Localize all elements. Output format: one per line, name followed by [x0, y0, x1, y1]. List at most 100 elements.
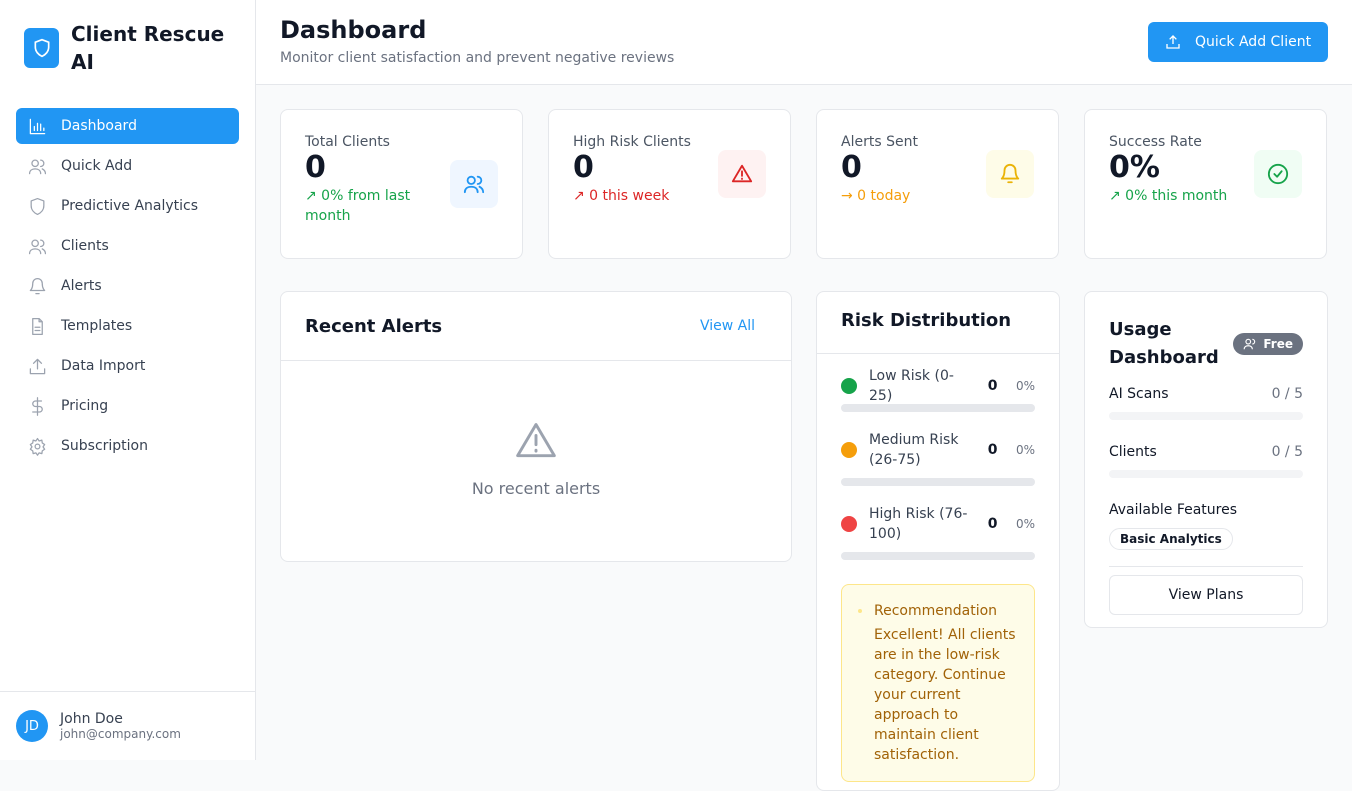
users-icon — [450, 160, 498, 208]
shield-icon — [30, 197, 45, 215]
sidebar-item-label: Dashboard — [61, 118, 137, 134]
sidebar-item-clients[interactable]: Clients — [16, 228, 239, 264]
risk-percent: 0% — [1015, 443, 1035, 457]
stat-change: ↗ 0 this week — [573, 188, 670, 204]
sidebar-item-data-import[interactable]: Data Import — [16, 348, 239, 384]
plan-label: Free — [1263, 337, 1293, 351]
sidebar-item-label: Quick Add — [61, 158, 133, 174]
stat-card-success-rate: Success Rate 0% ↗ 0% this month — [1084, 109, 1327, 259]
stat-change: ↗ 0% this month — [1109, 188, 1228, 204]
risk-label: Low Risk (0-25) — [869, 368, 954, 404]
risk-row-medium: Medium Risk (26-75) 0 0% — [841, 430, 1035, 470]
sidebar-item-label: Subscription — [61, 438, 148, 454]
sidebar-item-templates[interactable]: Templates — [16, 308, 239, 344]
avatar: JD — [16, 710, 48, 742]
sidebar-item-label: Data Import — [61, 358, 146, 374]
gear-icon — [29, 437, 46, 456]
usage-dashboard-card: Usage Dashboard Free AI Scans 0 / 5 Clien… — [1084, 291, 1328, 628]
risk-row-low: Low Risk (0-25) 0 0% — [841, 368, 1035, 404]
bar-chart-icon — [29, 118, 46, 134]
stat-card-high-risk: High Risk Clients 0 ↗ 0 this week — [548, 109, 791, 259]
upload-icon — [29, 358, 46, 374]
stat-change: ↗ 0% from last month — [305, 188, 411, 224]
sidebar-item-label: Templates — [61, 318, 133, 334]
clients-usage-value: 0 / 5 — [1271, 444, 1303, 460]
stat-label: High Risk Clients — [573, 134, 691, 150]
page-header: Dashboard Monitor client satisfaction an… — [256, 0, 1352, 85]
user-email: john@company.com — [60, 727, 181, 741]
risk-row-high: High Risk (76-100) 0 0% — [841, 504, 1035, 544]
sidebar-item-quick-add[interactable]: Quick Add — [16, 148, 239, 184]
quick-add-client-button[interactable]: Quick Add Client — [1148, 22, 1328, 62]
sidebar: Client Rescue AI Dashboard Quick Add Pre… — [0, 0, 256, 760]
risk-count: 0 — [987, 516, 998, 532]
sidebar-nav: Dashboard Quick Add Predictive Analytics… — [16, 108, 239, 468]
ai-scans-label: AI Scans — [1109, 386, 1169, 402]
medium-risk-dot — [841, 442, 857, 458]
users-icon — [28, 159, 47, 174]
sidebar-item-label: Clients — [61, 238, 109, 254]
user-profile[interactable]: JD John Doe john@company.com — [0, 691, 255, 760]
stat-label: Alerts Sent — [841, 134, 918, 150]
recent-alerts-title: Recent Alerts — [305, 315, 443, 337]
plan-badge: Free — [1233, 333, 1303, 355]
page-subtitle: Monitor client satisfaction and prevent … — [280, 50, 675, 66]
stat-card-total-clients: Total Clients 0 ↗ 0% from last month — [280, 109, 523, 259]
sidebar-item-label: Predictive Analytics — [61, 198, 199, 214]
warning-icon — [718, 150, 766, 198]
risk-count: 0 — [987, 378, 998, 394]
user-name: John Doe — [60, 711, 123, 727]
stat-label: Success Rate — [1109, 134, 1202, 150]
sidebar-item-predictive-analytics[interactable]: Predictive Analytics — [16, 188, 239, 224]
sidebar-item-label: Alerts — [61, 278, 102, 294]
sidebar-item-subscription[interactable]: Subscription — [16, 428, 239, 464]
recommendation-text: Excellent! All clients are in the low-ri… — [874, 627, 1016, 763]
page-title: Dashboard — [280, 16, 427, 44]
clients-usage-progress — [1109, 470, 1303, 478]
stat-change: → 0 today — [841, 188, 911, 204]
upload-icon — [1166, 35, 1180, 49]
app-title: Client Rescue AI — [71, 22, 225, 74]
sidebar-item-pricing[interactable]: Pricing — [16, 388, 239, 424]
recent-alerts-card: Recent Alerts View All No recent alerts — [280, 291, 792, 562]
low-risk-dot — [841, 378, 857, 394]
bell-icon — [986, 150, 1034, 198]
users-icon — [28, 239, 47, 254]
warning-icon — [516, 423, 556, 458]
stat-label: Total Clients — [305, 134, 390, 150]
users-icon — [1243, 338, 1256, 350]
risk-label: Medium Risk (26-75) — [869, 432, 959, 468]
bullet-icon — [858, 609, 862, 613]
risk-percent: 0% — [1015, 517, 1035, 531]
view-all-link[interactable]: View All — [700, 318, 755, 334]
risk-bar-high — [841, 552, 1035, 560]
recommendation-title: Recommendation — [874, 603, 998, 619]
usage-title: Usage Dashboard — [1109, 319, 1219, 368]
shield-icon — [24, 28, 59, 68]
risk-percent: 0% — [1015, 379, 1035, 393]
ai-scans-value: 0 / 5 — [1271, 386, 1303, 402]
button-label: Quick Add Client — [1194, 34, 1312, 50]
sidebar-item-alerts[interactable]: Alerts — [16, 268, 239, 304]
view-plans-button[interactable]: View Plans — [1109, 575, 1303, 615]
sidebar-item-dashboard[interactable]: Dashboard — [16, 108, 239, 144]
bell-icon — [29, 277, 46, 294]
check-circle-icon — [1254, 150, 1302, 198]
feature-badge: Basic Analytics — [1109, 528, 1233, 550]
risk-bar-medium — [841, 478, 1035, 486]
high-risk-dot — [841, 516, 857, 532]
features-label: Available Features — [1109, 502, 1238, 518]
ai-scans-progress — [1109, 412, 1303, 420]
clients-usage-label: Clients — [1109, 444, 1157, 460]
risk-distribution-title: Risk Distribution — [817, 292, 1059, 354]
logo: Client Rescue AI — [24, 20, 241, 76]
recommendation-box: Recommendation Excellent! All clients ar… — [841, 584, 1035, 782]
empty-state-text: No recent alerts — [471, 479, 601, 498]
stat-card-alerts-sent: Alerts Sent 0 → 0 today — [816, 109, 1059, 259]
risk-label: High Risk (76-100) — [869, 506, 968, 542]
file-text-icon — [32, 317, 43, 335]
dollar-icon — [32, 396, 43, 416]
sidebar-item-label: Pricing — [61, 398, 109, 414]
risk-distribution-card: Risk Distribution Low Risk (0-25) 0 0% Med… — [816, 291, 1060, 791]
risk-count: 0 — [987, 442, 998, 458]
